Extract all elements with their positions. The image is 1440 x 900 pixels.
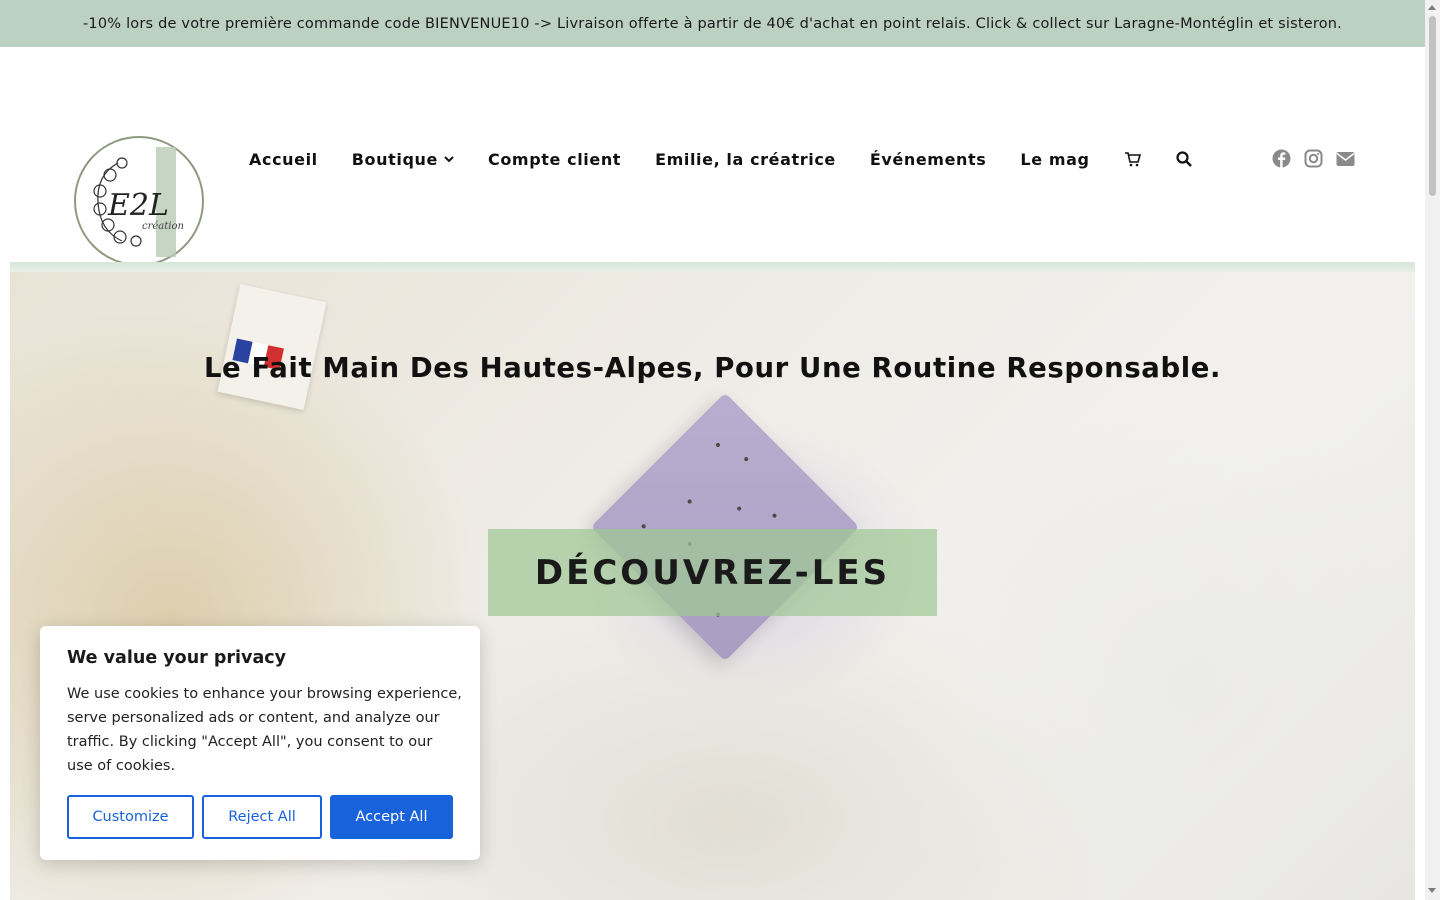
nav-item-boutique[interactable]: Boutique [352,150,454,169]
site-header: E2L création Accueil Boutique Compte cli… [0,47,1425,266]
cart-icon[interactable] [1124,151,1142,167]
social-links [1272,149,1355,168]
product-label-tag [217,284,327,410]
accept-all-button[interactable]: Accept All [330,795,453,839]
main-nav: Accueil Boutique Compte client Emilie, l… [249,147,1192,171]
logo-subtext: création [142,221,184,232]
facebook-icon[interactable] [1272,149,1291,168]
scroll-up-arrow-icon[interactable] [1428,5,1436,10]
discover-button[interactable]: DÉCOUVREZ-LES [488,529,937,616]
nav-item-label: Emilie, la créatrice [655,149,836,169]
reject-all-button[interactable]: Reject All [202,795,322,839]
nav-item-label: Événements [869,149,987,169]
nav-item-compte-client[interactable]: Compte client [488,150,621,169]
customize-button[interactable]: Customize [67,795,194,839]
scroll-down-arrow-icon[interactable] [1428,888,1436,893]
nav-item-le-mag[interactable]: Le mag [1020,150,1089,169]
cookie-body: We use cookies to enhance your browsing … [67,686,462,774]
nav-item-evenements[interactable]: Événements [870,150,987,169]
chevron-down-icon [444,155,454,163]
instagram-icon[interactable] [1304,149,1323,168]
nav-item-emilie[interactable]: Emilie, la créatrice [655,150,836,169]
scrollbar-thumb[interactable] [1429,16,1436,196]
nav-item-label: Le mag [1020,149,1090,169]
soap-image [590,392,860,662]
hero-top-strip [10,262,1415,272]
nav-item-label: Compte client [487,149,622,169]
logo-text: E2L [107,188,169,223]
site-logo[interactable]: E2L création [72,133,206,269]
cookie-consent-banner: We value your privacy We use cookies to … [40,626,480,860]
envelope-icon[interactable] [1336,149,1355,168]
nav-item-accueil[interactable]: Accueil [249,150,318,169]
nav-item-label: Boutique [351,149,438,169]
hero-title: Le Fait Main Des Hautes-Alpes, Pour Une … [203,352,1222,384]
cookie-title: We value your privacy [67,648,287,668]
announcement-bar: -10% lors de votre première commande cod… [0,0,1425,47]
search-icon[interactable] [1175,151,1192,167]
announcement-text: -10% lors de votre première commande cod… [83,15,1342,32]
nav-item-label: Accueil [249,149,318,169]
